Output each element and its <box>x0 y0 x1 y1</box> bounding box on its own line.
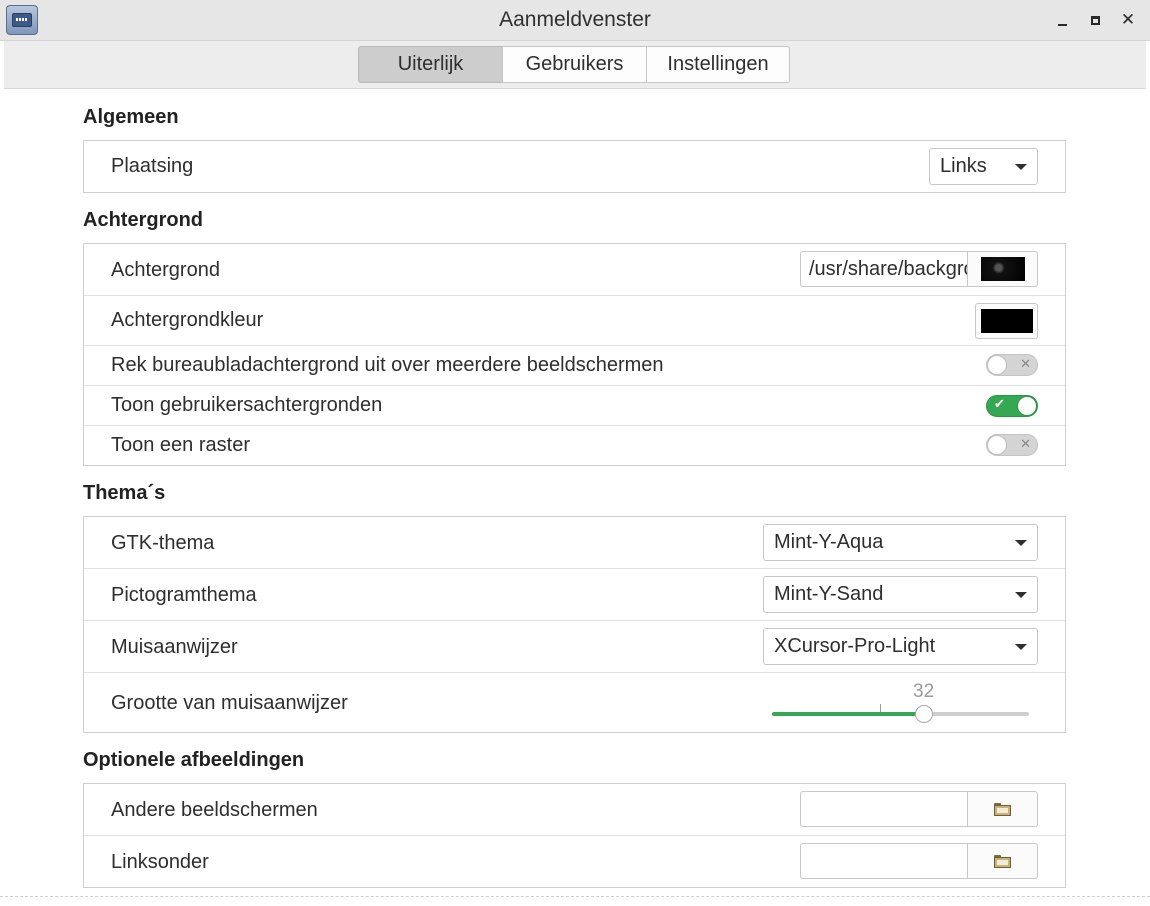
themes-group: GTK-thema Mint-Y-Aqua Pictogramthema Min… <box>83 516 1066 733</box>
optional-images-group: Andere beeldschermen Linksonder <box>83 783 1066 888</box>
other-monitors-field[interactable] <box>800 791 968 827</box>
gtk-theme-row: GTK-thema Mint-Y-Aqua <box>84 517 1065 569</box>
bottom-left-field[interactable] <box>800 843 968 879</box>
check-icon: ✔ <box>994 396 1005 411</box>
user-backgrounds-switch[interactable]: ✔ <box>986 395 1038 417</box>
other-monitors-browse-button[interactable] <box>968 791 1038 827</box>
background-thumbnail <box>980 257 1025 281</box>
chevron-down-icon <box>1015 540 1027 546</box>
user-backgrounds-row: Toon gebruikersachtergronden ✔ <box>84 386 1065 426</box>
folder-icon <box>994 802 1011 816</box>
background-path-field[interactable]: /usr/share/backgrounds <box>800 251 968 287</box>
cursor-theme-combo[interactable]: XCursor-Pro-Light <box>763 628 1038 665</box>
icon-theme-combo[interactable]: Mint-Y-Sand <box>763 576 1038 613</box>
maximize-button[interactable] <box>1083 8 1107 32</box>
chevron-down-icon <box>1015 164 1027 170</box>
cursor-size-slider-handle[interactable] <box>914 705 933 723</box>
icon-theme-label: Pictogramthema <box>111 584 257 606</box>
tab-uiterlijk[interactable]: Uiterlijk <box>358 46 503 83</box>
icon-theme-value: Mint-Y-Sand <box>774 583 884 605</box>
general-group: Plaatsing Links <box>83 140 1066 193</box>
chevron-down-icon <box>1015 592 1027 598</box>
gtk-theme-label: GTK-thema <box>111 532 215 554</box>
background-chooser-button[interactable] <box>968 251 1038 287</box>
placement-row: Plaatsing Links <box>84 141 1065 192</box>
stretch-row: Rek bureaubladachtergrond uit over meerd… <box>84 346 1065 386</box>
close-button[interactable]: ✕ <box>1116 8 1140 32</box>
cursor-theme-label: Muisaanwijzer <box>111 636 238 658</box>
cursor-size-value: 32 <box>913 681 935 702</box>
grid-row: Toon een raster ✕ <box>84 426 1065 465</box>
window-bottom-edge <box>0 896 1150 897</box>
cursor-size-default-mark <box>880 704 881 712</box>
minimize-button[interactable] <box>1050 8 1074 32</box>
other-monitors-label: Andere beeldschermen <box>111 799 318 821</box>
folder-icon <box>994 854 1011 868</box>
window-title: Aanmeldvenster <box>499 8 651 31</box>
section-heading-optional: Optionele afbeeldingen <box>83 749 305 771</box>
background-group: Achtergrond /usr/share/backgrounds Achte… <box>83 243 1066 466</box>
stretch-label: Rek bureaubladachtergrond uit over meerd… <box>111 354 664 376</box>
title-bar: Aanmeldvenster ✕ <box>0 0 1150 41</box>
background-color-label: Achtergrondkleur <box>111 309 264 331</box>
switch-knob <box>1017 396 1037 416</box>
background-color-row: Achtergrondkleur <box>84 296 1065 346</box>
cursor-size-label: Grootte van muisaanwijzer <box>111 692 348 714</box>
close-icon: ✕ <box>1120 10 1136 29</box>
gtk-theme-value: Mint-Y-Aqua <box>774 531 884 553</box>
tab-instellingen[interactable]: Instellingen <box>646 46 790 83</box>
cursor-theme-value: XCursor-Pro-Light <box>774 635 936 657</box>
section-heading-general: Algemeen <box>83 106 179 128</box>
placement-label: Plaatsing <box>111 155 194 177</box>
cross-icon: ✕ <box>1020 436 1031 451</box>
chevron-down-icon <box>1015 644 1027 650</box>
bottom-left-row: Linksonder <box>84 836 1065 887</box>
switch-knob <box>987 355 1007 375</box>
placement-combo[interactable]: Links <box>929 148 1038 185</box>
background-color-button[interactable] <box>975 303 1038 339</box>
background-color-swatch <box>980 309 1033 333</box>
stretch-switch[interactable]: ✕ <box>986 354 1038 376</box>
grid-switch[interactable]: ✕ <box>986 434 1038 456</box>
bottom-left-browse-button[interactable] <box>968 843 1038 879</box>
maximize-icon <box>1090 15 1100 25</box>
user-backgrounds-label: Toon gebruikersachtergronden <box>111 394 383 416</box>
grid-label: Toon een raster <box>111 434 250 456</box>
switch-knob <box>987 435 1007 455</box>
background-row: Achtergrond /usr/share/backgrounds <box>84 244 1065 296</box>
minimize-icon <box>1057 23 1067 26</box>
placement-value: Links <box>940 155 987 177</box>
background-label: Achtergrond <box>111 259 220 281</box>
cursor-theme-row: Muisaanwijzer XCursor-Pro-Light <box>84 621 1065 673</box>
tab-toolbar: Uiterlijk Gebruikers Instellingen <box>4 41 1146 89</box>
other-monitors-row: Andere beeldschermen <box>84 784 1065 836</box>
cursor-size-slider-fill <box>772 712 924 716</box>
bottom-left-label: Linksonder <box>111 851 209 873</box>
gtk-theme-combo[interactable]: Mint-Y-Aqua <box>763 524 1038 561</box>
cursor-size-row: Grootte van muisaanwijzer 32 <box>84 673 1065 732</box>
cross-icon: ✕ <box>1020 356 1031 371</box>
section-heading-background: Achtergrond <box>83 209 203 231</box>
icon-theme-row: Pictogramthema Mint-Y-Sand <box>84 569 1065 621</box>
tab-switcher: Uiterlijk Gebruikers Instellingen <box>358 46 790 83</box>
section-heading-themes: Thema´s <box>83 482 166 504</box>
tab-gebruikers[interactable]: Gebruikers <box>502 46 647 83</box>
